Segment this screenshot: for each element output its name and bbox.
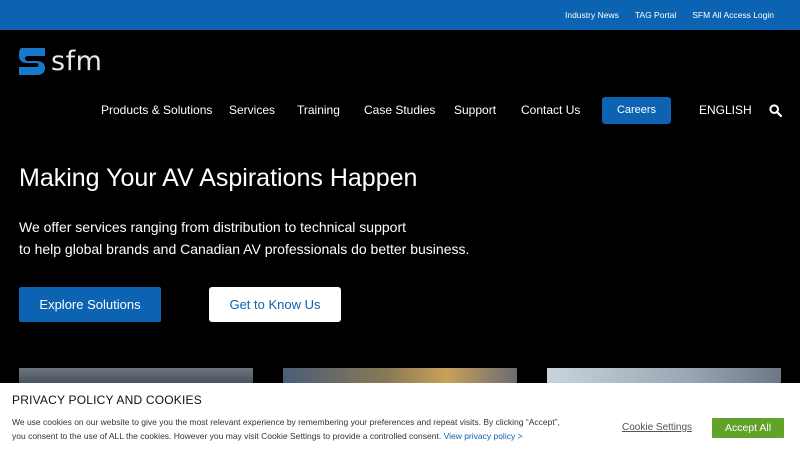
explore-solutions-button[interactable]: Explore Solutions xyxy=(19,287,161,322)
hero-title: Making Your AV Aspirations Happen xyxy=(19,164,418,192)
utility-links: Industry News TAG Portal SFM All Access … xyxy=(565,0,774,30)
top-utility-bar: Industry News TAG Portal SFM All Access … xyxy=(0,0,800,30)
hero-subtitle-line-1: We offer services ranging from distribut… xyxy=(19,219,407,235)
cookie-banner-text: We use cookies on our website to give yo… xyxy=(12,415,572,443)
careers-button[interactable]: Careers xyxy=(602,97,671,124)
nav-products-solutions[interactable]: Products & Solutions xyxy=(101,97,212,124)
nav-training[interactable]: Training xyxy=(297,97,340,124)
view-privacy-policy-link[interactable]: View privacy policy > xyxy=(444,431,523,441)
get-to-know-us-button[interactable]: Get to Know Us xyxy=(209,287,341,322)
accept-all-button[interactable]: Accept All xyxy=(712,418,784,438)
sfm-logo-mark-icon xyxy=(19,48,45,75)
industry-news-link[interactable]: Industry News xyxy=(565,10,619,20)
main-navigation: Products & Solutions Services Training C… xyxy=(0,97,800,124)
cookie-settings-link[interactable]: Cookie Settings xyxy=(622,422,692,433)
hero-subtitle-line-2: to help global brands and Canadian AV pr… xyxy=(19,241,470,257)
cookie-consent-banner: PRIVACY POLICY AND COOKIES We use cookie… xyxy=(0,383,800,450)
language-selector[interactable]: ENGLISH xyxy=(699,97,752,124)
nav-case-studies[interactable]: Case Studies xyxy=(364,97,435,124)
nav-contact-us[interactable]: Contact Us xyxy=(521,97,580,124)
hero-subtitle: We offer services ranging from distribut… xyxy=(19,216,469,260)
sfm-all-access-login-link[interactable]: SFM All Access Login xyxy=(692,10,774,20)
nav-services[interactable]: Services xyxy=(229,97,275,124)
nav-support[interactable]: Support xyxy=(454,97,496,124)
tag-portal-link[interactable]: TAG Portal xyxy=(635,10,676,20)
sfm-logo[interactable]: sfm xyxy=(19,48,102,75)
logo-wordmark: sfm xyxy=(51,46,103,77)
search-icon[interactable] xyxy=(769,104,782,117)
cookie-banner-title: PRIVACY POLICY AND COOKIES xyxy=(12,393,202,407)
